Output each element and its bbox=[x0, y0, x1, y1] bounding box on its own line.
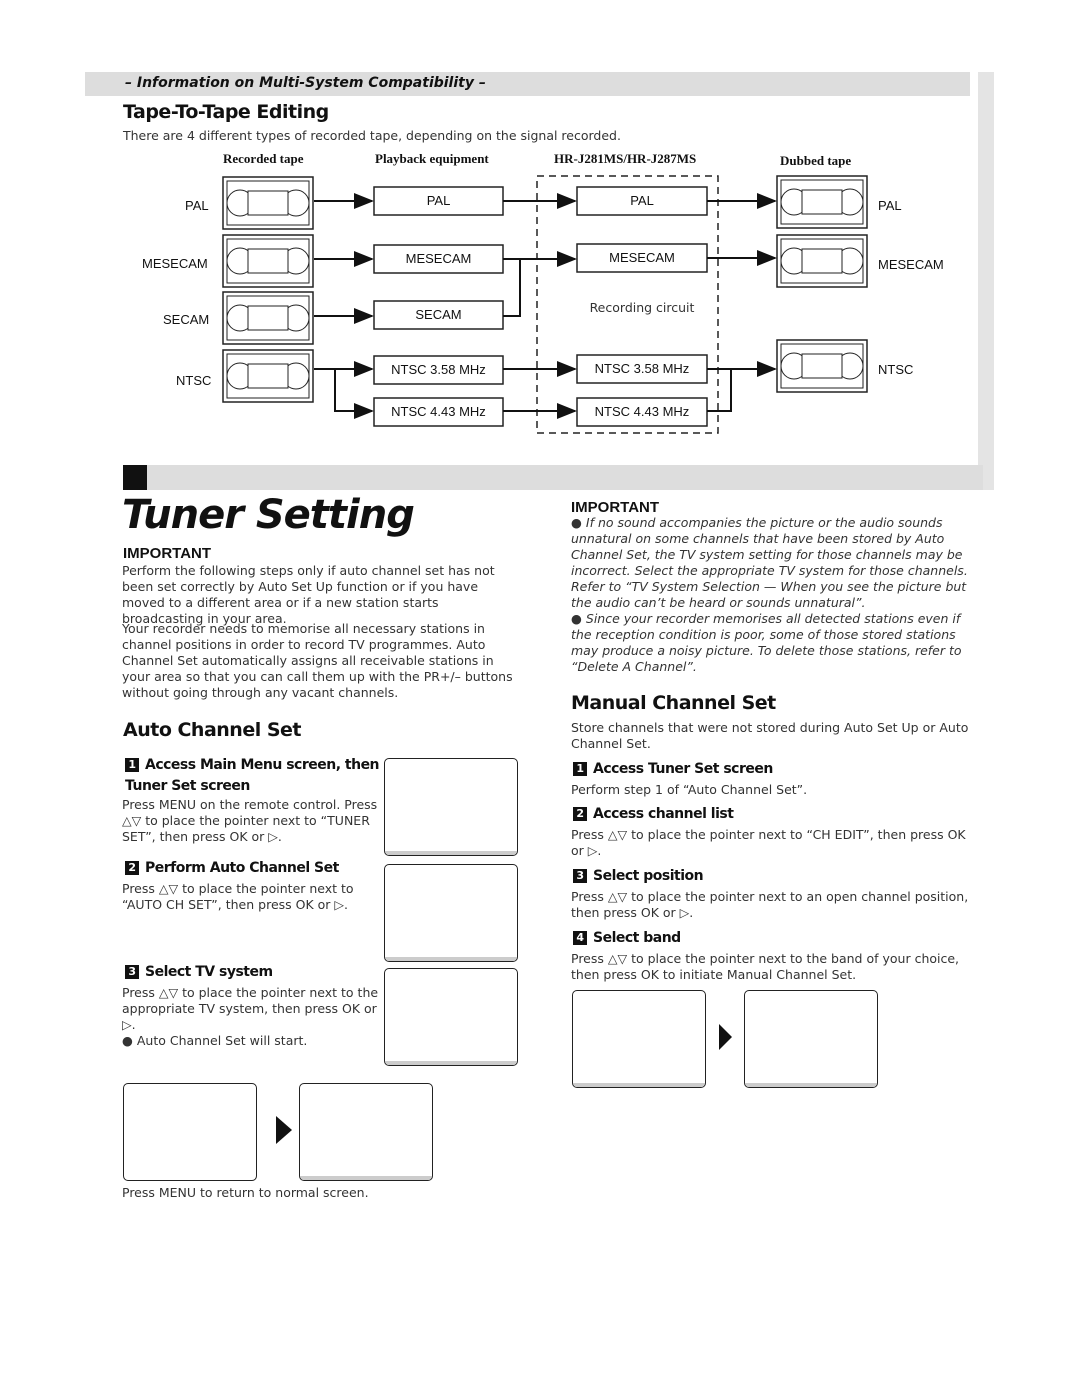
step-heading: 2 Perform Auto Channel Set bbox=[125, 860, 339, 876]
playback-label: NTSC 4.43 MHz bbox=[391, 404, 486, 419]
step-text: Press △▽ to place the pointer next to th… bbox=[571, 951, 960, 982]
important-bullet: ● If no sound accompanies the picture or… bbox=[571, 515, 968, 610]
step-number: 1 bbox=[125, 758, 139, 772]
step-text: Press △▽ to place the pointer next to th… bbox=[122, 985, 379, 1032]
step-text: Press MENU on the remote control. Press … bbox=[122, 797, 378, 844]
important-bullet: ● Since your recorder memorises all dete… bbox=[571, 611, 962, 674]
page-title: Tuner Setting bbox=[122, 492, 415, 538]
step-number: 2 bbox=[573, 807, 587, 821]
recorded-label: MESECAM bbox=[142, 256, 208, 271]
step-title: Select TV system bbox=[145, 964, 273, 980]
step-heading: 3 Select TV system bbox=[125, 964, 273, 980]
step-title: Access Tuner Set screen bbox=[593, 761, 773, 777]
arrow-right-icon bbox=[719, 1024, 732, 1050]
recorder-label: NTSC 4.43 MHz bbox=[594, 404, 690, 419]
band-select-screen bbox=[572, 990, 706, 1088]
step-number: 3 bbox=[573, 869, 587, 883]
dubbed-label: PAL bbox=[878, 198, 902, 213]
recorder-label: NTSC 3.58 MHz bbox=[594, 361, 690, 376]
manual-page: – Information on Multi-System Compatibil… bbox=[0, 0, 1080, 1397]
playback-label: MESECAM bbox=[405, 251, 472, 266]
intro-text: Your recorder needs to memorise all nece… bbox=[122, 621, 513, 700]
playback-label: SECAM bbox=[415, 307, 462, 322]
recorded-label: PAL bbox=[185, 198, 209, 213]
step-number: 2 bbox=[125, 861, 139, 875]
screen-footer bbox=[745, 1083, 877, 1087]
section-marker bbox=[123, 465, 147, 490]
auto-ch-progress-screen bbox=[123, 1083, 257, 1181]
auto-channel-title: Auto Channel Set bbox=[123, 719, 302, 741]
step-title: Select position bbox=[593, 868, 704, 884]
step-title: Access channel list bbox=[593, 806, 734, 822]
step-heading: 1 Access Main Menu screen, then Tuner Set… bbox=[125, 755, 383, 797]
dubbed-tapes bbox=[776, 175, 868, 393]
screen-footer bbox=[385, 851, 517, 855]
step-title: Access Main Menu screen, then Tuner Set … bbox=[125, 757, 380, 794]
recorder-label: MESECAM bbox=[609, 250, 675, 265]
screen-footer bbox=[573, 1083, 705, 1087]
return-note: Press MENU to return to normal screen. bbox=[122, 1185, 369, 1200]
important-text: Perform the following steps only if auto… bbox=[122, 563, 495, 626]
screen-footer bbox=[385, 1061, 517, 1065]
manual-desc: Store channels that were not stored duri… bbox=[571, 720, 969, 751]
playback-label: PAL bbox=[426, 193, 451, 208]
step-bullet: ● Auto Channel Set will start. bbox=[122, 1033, 308, 1048]
step-heading: 2 Access channel list bbox=[573, 806, 734, 822]
step-heading: 3 Select position bbox=[573, 868, 704, 884]
recorded-tapes bbox=[222, 176, 314, 403]
playback-label: NTSC 3.58 MHz bbox=[391, 362, 486, 377]
manual-channel-title: Manual Channel Set bbox=[571, 692, 776, 714]
step-heading: 1 Access Tuner Set screen bbox=[573, 761, 773, 777]
step-text: Press △▽ to place the pointer next to an… bbox=[571, 889, 969, 920]
section-bar bbox=[123, 465, 983, 490]
arrow-right-icon bbox=[276, 1116, 292, 1144]
tv-system-screen bbox=[384, 968, 518, 1066]
recorded-label: SECAM bbox=[163, 312, 210, 327]
step-number: 3 bbox=[125, 965, 139, 979]
important-heading: IMPORTANT bbox=[571, 499, 660, 516]
dubbed-label: NTSC bbox=[878, 362, 914, 377]
screen-footer bbox=[300, 1176, 432, 1180]
recording-circuit-label: Recording circuit bbox=[589, 300, 695, 315]
recorded-label: NTSC bbox=[176, 373, 212, 388]
step-title: Perform Auto Channel Set bbox=[145, 860, 339, 876]
tuner-set-screen bbox=[384, 864, 518, 962]
step-number: 1 bbox=[573, 762, 587, 776]
step-title: Select band bbox=[593, 930, 681, 946]
dubbed-label: MESECAM bbox=[878, 257, 944, 272]
recorder-label: PAL bbox=[630, 193, 654, 208]
important-heading: IMPORTANT bbox=[123, 545, 212, 562]
step-text: Press △▽ to place the pointer next to “C… bbox=[571, 827, 966, 858]
step-text: Perform step 1 of “Auto Channel Set”. bbox=[571, 782, 808, 797]
step-number: 4 bbox=[573, 931, 587, 945]
screen-footer bbox=[385, 957, 517, 961]
main-menu-screen bbox=[384, 758, 518, 856]
compatibility-diagram bbox=[222, 175, 868, 434]
channel-list-screen bbox=[299, 1083, 433, 1181]
manual-ch-set-screen bbox=[744, 990, 878, 1088]
step-text: Press △▽ to place the pointer next to “A… bbox=[122, 881, 354, 912]
step-heading: 4 Select band bbox=[573, 930, 681, 946]
